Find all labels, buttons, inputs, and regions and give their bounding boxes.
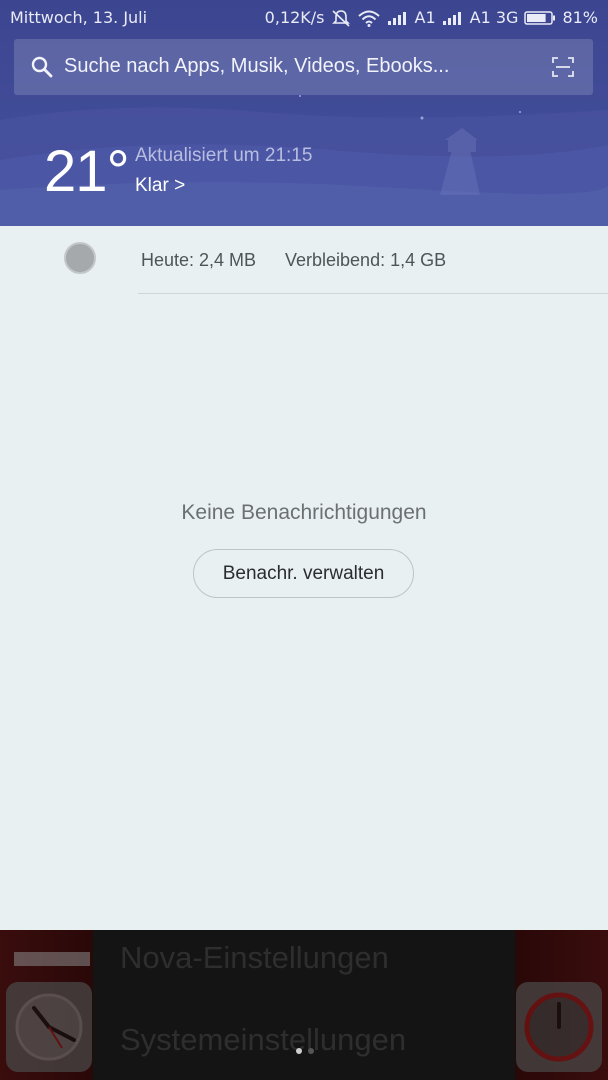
battery-percent: 81% xyxy=(562,8,598,27)
data-usage-today[interactable]: Heute: 2,4 MB xyxy=(141,250,256,271)
signal-icon xyxy=(387,11,406,25)
signal-icon xyxy=(442,11,461,25)
clock-app-icon[interactable] xyxy=(6,982,92,1072)
search-bar[interactable]: Suche nach Apps, Musik, Videos, Ebooks..… xyxy=(14,39,593,95)
empty-notifications-message: Keine Benachrichtigungen xyxy=(181,501,427,524)
network-speed: 0,12K/s xyxy=(264,8,325,27)
data-usage-remaining[interactable]: Verbleibend: 1,4 GB xyxy=(285,250,446,271)
notification-panel: Heute: 2,4 MB Verbleibend: 1,4 GB Keine … xyxy=(0,226,608,930)
status-bar: Mittwoch, 13. Juli 0,12K/s A1 A1 3G 81% xyxy=(0,0,608,34)
search-placeholder: Suche nach Apps, Musik, Videos, Ebooks..… xyxy=(64,55,450,77)
timer-icon xyxy=(524,992,594,1062)
carrier-2: A1 3G xyxy=(469,8,519,27)
divider xyxy=(138,293,608,294)
data-usage-circle[interactable] xyxy=(64,242,96,274)
carrier-1: A1 xyxy=(414,8,436,27)
clock-icon xyxy=(15,993,83,1061)
scan-icon[interactable] xyxy=(551,55,575,79)
search-icon xyxy=(31,56,53,78)
page-dot xyxy=(308,1048,314,1054)
home-screen-background: Nova-Einstellungen Systemeinstellungen xyxy=(0,930,608,1080)
timer-app-icon[interactable] xyxy=(516,982,602,1072)
home-widget-bar xyxy=(14,952,90,966)
status-date: Mittwoch, 13. Juli xyxy=(10,8,148,27)
menu-item-system-settings[interactable]: Systemeinstellungen xyxy=(120,1022,406,1058)
bell-off-icon xyxy=(331,9,350,27)
page-indicator xyxy=(296,1048,314,1054)
temperature[interactable]: 21° xyxy=(44,138,130,205)
status-right-group: 0,12K/s A1 A1 3G 81% xyxy=(265,8,598,27)
menu-item-nova-settings[interactable]: Nova-Einstellungen xyxy=(120,940,389,976)
weather-condition-link[interactable]: Klar > xyxy=(135,175,185,197)
page-dot xyxy=(296,1048,302,1054)
battery-icon xyxy=(524,10,556,25)
weather-header: Mittwoch, 13. Juli 0,12K/s A1 A1 3G 81% … xyxy=(0,0,608,226)
manage-notifications-button[interactable]: Benachr. verwalten xyxy=(193,549,414,598)
launcher-context-menu: Nova-Einstellungen Systemeinstellungen xyxy=(93,930,515,1080)
wifi-icon xyxy=(357,10,380,27)
weather-updated: Aktualisiert um 21:15 xyxy=(135,145,313,166)
